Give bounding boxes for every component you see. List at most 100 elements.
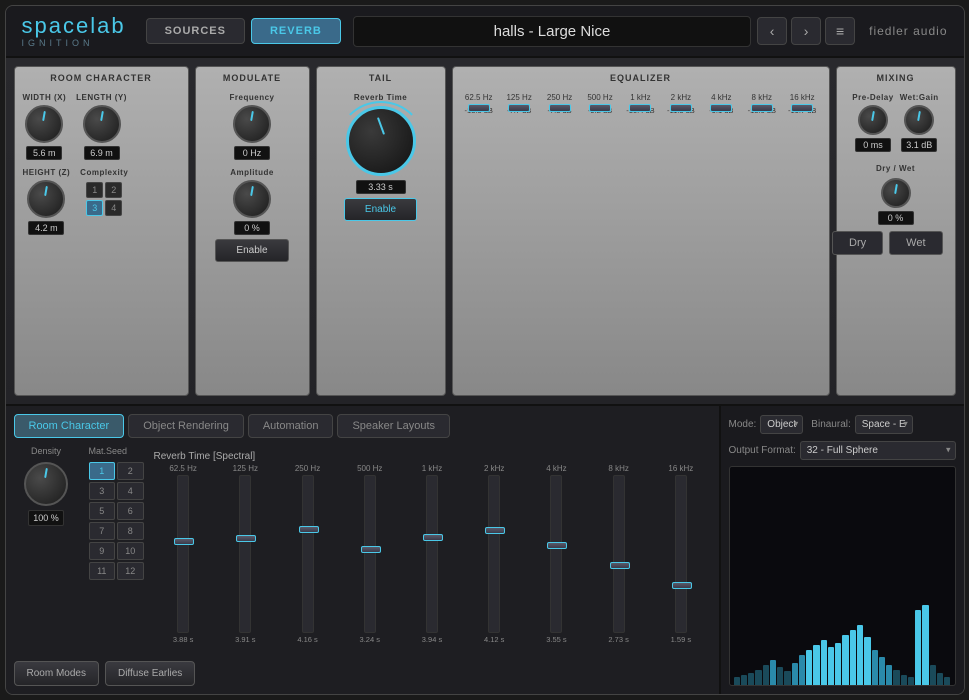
spectral-val-4: 3.94 s — [422, 635, 442, 644]
nav-menu-button[interactable]: ≡ — [825, 17, 855, 45]
width-knob[interactable] — [25, 105, 63, 143]
wet-button[interactable]: Wet — [889, 231, 942, 255]
spectral-fader-track-7[interactable] — [613, 475, 625, 633]
seed-btn-1[interactable]: 1 — [89, 462, 116, 480]
wetgain-knob[interactable] — [904, 105, 934, 135]
spectral-fader-track-4[interactable] — [426, 475, 438, 633]
seed-btn-10[interactable]: 10 — [117, 542, 144, 560]
amplitude-knob[interactable] — [233, 180, 271, 218]
dry-wet-label: Dry / Wet — [876, 164, 915, 173]
spectral-fader-handle-5[interactable] — [485, 527, 505, 534]
mode-group: Mode: Object Ambi — [729, 414, 804, 434]
length-label: LENGTH (Y) — [76, 93, 127, 102]
tab-automation[interactable]: Automation — [248, 414, 334, 438]
seed-btn-11[interactable]: 11 — [89, 562, 116, 580]
spectral-freq-label-1: 125 Hz — [233, 464, 258, 473]
amplitude-label: Amplitude — [230, 168, 274, 177]
spectral-freq-label-2: 250 Hz — [295, 464, 320, 473]
spectral-fader-handle-2[interactable] — [299, 526, 319, 533]
sources-button[interactable]: SOURCES — [146, 18, 245, 44]
width-group: WIDTH (X) 5.6 m — [23, 93, 67, 160]
spectral-fader-track-2[interactable] — [302, 475, 314, 633]
eq-freq-label-2: 250 Hz — [547, 93, 572, 102]
seed-btn-12[interactable]: 12 — [117, 562, 144, 580]
seed-btn-4[interactable]: 4 — [117, 482, 144, 500]
height-knob[interactable] — [27, 180, 65, 218]
predelay-group: Pre-Delay 0 ms — [852, 93, 893, 152]
binaural-select[interactable]: Space - E Space - A — [855, 415, 913, 434]
eq-fader-handle-7[interactable] — [751, 104, 773, 112]
spectrum-bar-19 — [872, 650, 878, 685]
wetgain-val: 3.1 dB — [901, 138, 937, 152]
eq-fader-handle-3[interactable] — [589, 104, 611, 112]
predelay-label: Pre-Delay — [852, 93, 893, 102]
seed-btn-2[interactable]: 2 — [117, 462, 144, 480]
spectral-fader-handle-1[interactable] — [236, 535, 256, 542]
room-modes-button[interactable]: Room Modes — [14, 661, 99, 686]
spectral-fader-track-1[interactable] — [239, 475, 251, 633]
frequency-val: 0 Hz — [234, 146, 270, 160]
nav-prev-button[interactable]: ‹ — [757, 17, 787, 45]
spectral-fader-track-8[interactable] — [675, 475, 687, 633]
spectrum-bar-9 — [799, 655, 805, 685]
spectral-fader-track-5[interactable] — [488, 475, 500, 633]
eq-fader-handle-0[interactable] — [468, 104, 490, 112]
spectral-fader-handle-4[interactable] — [423, 534, 443, 541]
complexity-btn-1[interactable]: 1 — [86, 182, 103, 198]
spectral-fader-handle-8[interactable] — [672, 582, 692, 589]
eq-fader-handle-1[interactable] — [508, 104, 530, 112]
spectrum-bar-16 — [850, 630, 856, 685]
tab-object-rendering[interactable]: Object Rendering — [128, 414, 244, 438]
spectral-fader-handle-3[interactable] — [361, 546, 381, 553]
seed-btn-3[interactable]: 3 — [89, 482, 116, 500]
frequency-knob[interactable] — [233, 105, 271, 143]
density-column: Density 100 % — [14, 446, 79, 655]
tail-label: TAIL — [369, 73, 392, 83]
spectral-fader-handle-7[interactable] — [610, 562, 630, 569]
spectrum-bar-2 — [748, 673, 754, 685]
density-knob[interactable] — [24, 462, 68, 506]
dry-button[interactable]: Dry — [832, 231, 883, 255]
spectral-freq-label-3: 500 Hz — [357, 464, 382, 473]
matseed-column: Mat.Seed 1 2 3 4 5 6 7 8 9 10 11 12 — [89, 446, 144, 655]
predelay-knob[interactable] — [858, 105, 888, 135]
tab-speaker-layouts[interactable]: Speaker Layouts — [337, 414, 450, 438]
eq-fader-handle-5[interactable] — [670, 104, 692, 112]
diffuse-earlies-button[interactable]: Diffuse Earlies — [105, 661, 195, 686]
spectral-fader-track-6[interactable] — [550, 475, 562, 633]
eq-fader-handle-6[interactable] — [710, 104, 732, 112]
dry-wet-knob[interactable] — [881, 178, 911, 208]
tab-room-character[interactable]: Room Character — [14, 414, 125, 438]
seed-btn-5[interactable]: 5 — [89, 502, 116, 520]
output-format-select[interactable]: 32 - Full Sphere 16 - Half Sphere — [800, 441, 956, 460]
spectral-column: Reverb Time [Spectral] 62.5 Hz3.88 s125 … — [154, 446, 711, 655]
eq-band-8: 16 kHz-19.7 dB — [784, 93, 820, 115]
spectral-fader-track-0[interactable] — [177, 475, 189, 633]
complexity-section: Complexity 1 2 3 4 — [80, 168, 128, 235]
seed-btn-6[interactable]: 6 — [117, 502, 144, 520]
spectral-fader-handle-6[interactable] — [547, 542, 567, 549]
seed-btn-8[interactable]: 8 — [117, 522, 144, 540]
spectral-val-5: 4.12 s — [484, 635, 504, 644]
seed-btn-7[interactable]: 7 — [89, 522, 116, 540]
nav-next-button[interactable]: › — [791, 17, 821, 45]
output-format-select-wrap: 32 - Full Sphere 16 - Half Sphere — [800, 440, 956, 460]
complexity-btn-3[interactable]: 3 — [86, 200, 103, 216]
reverb-time-knob[interactable] — [346, 106, 416, 176]
modulate-enable-button[interactable]: Enable — [215, 239, 288, 262]
spectral-freq-label-8: 16 kHz — [668, 464, 693, 473]
complexity-btn-2[interactable]: 2 — [105, 182, 122, 198]
seed-btn-9[interactable]: 9 — [89, 542, 116, 560]
output-format-row: Output Format: 32 - Full Sphere 16 - Hal… — [729, 440, 956, 460]
complexity-btn-4[interactable]: 4 — [105, 200, 122, 216]
spectral-fader-handle-0[interactable] — [174, 538, 194, 545]
reverb-button[interactable]: REVERB — [251, 18, 341, 44]
spectrum-bar-0 — [734, 677, 740, 685]
eq-fader-handle-4[interactable] — [629, 104, 651, 112]
tail-enable-button[interactable]: Enable — [344, 198, 417, 221]
eq-fader-handle-8[interactable] — [791, 104, 813, 112]
length-knob[interactable] — [83, 105, 121, 143]
spectral-fader-track-3[interactable] — [364, 475, 376, 633]
mode-select[interactable]: Object Ambi — [760, 415, 803, 434]
eq-fader-handle-2[interactable] — [549, 104, 571, 112]
